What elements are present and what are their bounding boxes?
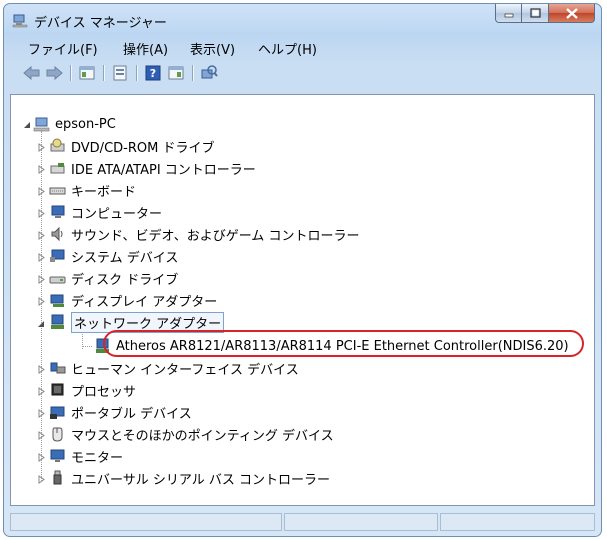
tree-connector [82, 346, 92, 347]
minimize-button[interactable] [495, 4, 522, 23]
window-title: デバイス マネージャー [34, 16, 167, 31]
tree-item-label: プロセッサ [71, 384, 137, 400]
collapse-arrow-icon[interactable] [23, 121, 32, 130]
dvd-drive-icon [50, 138, 65, 152]
console-tree-icon[interactable] [77, 64, 97, 82]
disk-drive-icon [49, 276, 66, 284]
expand-arrow-icon[interactable] [37, 253, 46, 262]
tree-item[interactable]: コンピューター [49, 202, 162, 222]
tree-item-label: コンピューター [71, 206, 163, 222]
expand-arrow-icon[interactable] [37, 431, 46, 440]
tree-item[interactable]: マウスとそのほかのポインティング デバイス [49, 424, 334, 444]
tree-item-label: DVD/CD-ROM ドライブ [71, 140, 215, 156]
monitor-icon [50, 449, 65, 462]
tree-item-label: ディスプレイ アダプター [71, 294, 218, 310]
tree-item[interactable]: モニター [49, 446, 123, 466]
tree-item[interactable]: ディスク ドライブ [49, 268, 178, 288]
tree-connector [41, 131, 42, 481]
keyboard-icon [49, 187, 66, 195]
status-cell [284, 513, 438, 531]
toolbar: ? [10, 61, 595, 87]
display-adapter-icon [50, 294, 64, 307]
tree-item-label: モニター [71, 450, 124, 466]
collapse-arrow-icon[interactable] [37, 320, 46, 329]
properties-icon[interactable] [110, 64, 130, 82]
expand-arrow-icon[interactable] [37, 187, 46, 196]
device-tree[interactable]: epson-PC DVD/CD-ROM ドライブ IDE ATA/ATAPI コ… [10, 94, 595, 506]
tree-item-network-adapter[interactable]: ネットワーク アダプター [49, 311, 225, 333]
close-icon [565, 7, 578, 19]
tree-item-label: システム デバイス [71, 250, 179, 266]
expand-arrow-icon[interactable] [37, 231, 46, 240]
device-manager-icon [12, 14, 28, 28]
ide-controller-icon [50, 163, 65, 174]
tree-item-label: ヒューマン インターフェイス デバイス [71, 362, 299, 378]
network-adapter-icon [51, 314, 64, 329]
menu-file[interactable]: ファイル(F) [28, 39, 98, 58]
tree-item-label: キーボード [71, 184, 137, 200]
computer-root-icon [33, 117, 50, 132]
tree-root-label: epson-PC [55, 116, 116, 132]
tree-item[interactable]: IDE ATA/ATAPI コントローラー [49, 158, 256, 178]
tree-item-label: サウンド、ビデオ、およびゲーム コントローラー [71, 228, 360, 244]
computer-icon [51, 205, 65, 218]
expand-arrow-icon[interactable] [37, 209, 46, 218]
tree-item-label: ディスク ドライブ [71, 272, 179, 288]
tree-item[interactable]: DVD/CD-ROM ドライブ [49, 136, 214, 156]
action-pane-icon[interactable] [166, 64, 186, 82]
toolbar-separator [192, 65, 194, 81]
usb-icon [53, 470, 62, 485]
sound-icon [51, 226, 63, 242]
tree-item[interactable]: プロセッサ [49, 380, 136, 400]
forward-arrow-icon[interactable] [44, 64, 64, 82]
svg-text:?: ? [150, 67, 156, 80]
maximize-icon [529, 8, 541, 18]
toolbar-separator [70, 65, 72, 81]
expand-arrow-icon[interactable] [37, 275, 46, 284]
back-arrow-icon[interactable] [22, 64, 42, 82]
expand-arrow-icon[interactable] [37, 453, 46, 462]
portable-device-icon [50, 406, 65, 419]
help-icon[interactable]: ? [143, 64, 163, 82]
toolbar-separator [103, 65, 105, 81]
toolbar-separator [136, 65, 138, 81]
tree-item[interactable]: キーボード [49, 180, 136, 200]
expand-arrow-icon[interactable] [37, 475, 46, 484]
maximize-button[interactable] [522, 4, 549, 23]
device-manager-window: デバイス マネージャー ファイル(F) 操作(A) 表示(V) ヘルプ(H) ?… [3, 3, 602, 537]
menu-view[interactable]: 表示(V) [190, 39, 235, 58]
minimize-icon [504, 13, 513, 18]
expand-arrow-icon[interactable] [37, 165, 46, 174]
scan-hardware-icon[interactable] [199, 64, 219, 82]
tree-item[interactable]: ヒューマン インターフェイス デバイス [49, 358, 299, 378]
expand-arrow-icon[interactable] [37, 365, 46, 374]
mouse-icon [52, 427, 63, 442]
tree-item[interactable]: ディスプレイ アダプター [49, 290, 217, 310]
hid-icon [50, 362, 66, 374]
expand-arrow-icon[interactable] [37, 387, 46, 396]
expand-arrow-icon[interactable] [37, 409, 46, 418]
tree-item[interactable]: システム デバイス [49, 246, 178, 266]
highlight-annotation [103, 330, 584, 357]
tree-item-label: IDE ATA/ATAPI コントローラー [71, 162, 256, 178]
expand-arrow-icon[interactable] [37, 297, 46, 306]
tree-item[interactable]: ユニバーサル シリアル バス コントローラー [49, 468, 330, 488]
tree-item[interactable]: ポータブル デバイス [49, 402, 192, 422]
tree-item-label: マウスとそのほかのポインティング デバイス [71, 428, 334, 444]
close-button[interactable] [549, 4, 595, 23]
status-bar [10, 511, 595, 533]
system-device-icon [50, 249, 65, 262]
menu-action[interactable]: 操作(A) [123, 39, 168, 58]
status-cell [10, 513, 282, 531]
title-bar[interactable]: デバイス マネージャー [4, 4, 601, 34]
status-cell [440, 513, 595, 531]
menu-help[interactable]: ヘルプ(H) [258, 39, 317, 58]
tree-item[interactable]: サウンド、ビデオ、およびゲーム コントローラー [49, 224, 359, 244]
tree-item-label: ポータブル デバイス [71, 406, 192, 422]
processor-icon [51, 383, 64, 396]
menu-bar: ファイル(F) 操作(A) 表示(V) ヘルプ(H) [10, 37, 595, 59]
tree-item-label: ユニバーサル シリアル バス コントローラー [71, 472, 331, 488]
expand-arrow-icon[interactable] [37, 143, 46, 152]
tree-root[interactable]: epson-PC [33, 114, 116, 134]
